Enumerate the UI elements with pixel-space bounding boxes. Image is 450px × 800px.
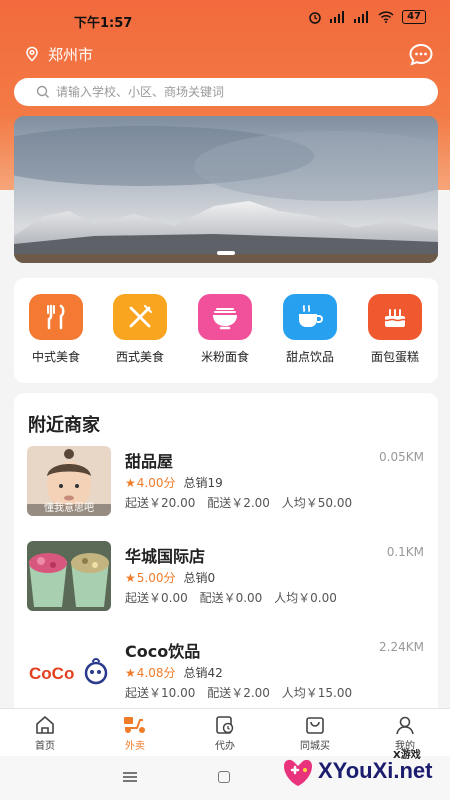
category-western-food[interactable]: 西式美食 [100,294,180,365]
section-title: 附近商家 [28,415,100,436]
home-icon [36,716,54,734]
shop-name: 华城国际店 [125,547,206,566]
category-label: 面包蛋糕 [370,350,419,364]
tab-label: 代办 [215,741,235,752]
category-bread-cake[interactable]: 面包蛋糕 [355,294,435,365]
shop-delivery-fee: 配送￥2.00 [207,686,270,700]
shop-sales: 总销19 [183,476,223,490]
category-noodles[interactable]: 米粉面食 [185,294,265,365]
shop-score: 4.08分 [136,666,176,680]
coffee-cup-icon [283,294,337,340]
coco-logo-text: CoCo [29,664,74,683]
category-label: 西式美食 [115,350,164,364]
shop-distance: 0.05KM [379,450,424,464]
shop-meta: 起送￥0.00 配送￥0.00 人均￥0.00 [125,589,345,606]
wifi-icon [378,11,394,23]
fork-knife-icon [113,294,167,340]
search-icon [36,85,49,98]
shop-card[interactable]: 懂我意思吧 甜品屋 0.05KM ★ 4.00分 总销19 起送￥20.00 配… [14,446,438,526]
message-icon[interactable] [408,42,434,68]
status-time: 下午1:57 [74,16,133,31]
chopsticks-icon [29,294,83,340]
shop-meta: 起送￥20.00 配送￥2.00 人均￥50.00 [125,494,360,511]
shopping-bag-icon [306,717,324,734]
shop-per-person: 人均￥15.00 [281,686,353,700]
menu-icon[interactable] [123,772,137,782]
cake-icon [368,294,422,340]
battery-icon: 47 [402,10,426,24]
status-icons: 47 [308,10,426,24]
category-desserts-drinks[interactable]: 甜点饮品 [270,294,350,365]
star-icon: ★ [125,665,136,680]
signal-icon [330,11,346,23]
watermark: X游戏 XYouXi.net [278,744,450,800]
promo-banner[interactable] [14,116,438,263]
noodle-bowl-icon [198,294,252,340]
shop-sales: 总销0 [183,571,216,585]
city-label: 郑州市 [48,45,94,64]
tab-errands[interactable]: 代办 [180,709,270,756]
star-icon: ★ [125,570,136,585]
shop-rating: ★ 5.00分 总销0 [125,569,215,586]
shop-card[interactable]: 华城国际店 0.1KM ★ 5.00分 总销0 起送￥0.00 配送￥0.00 … [14,541,438,621]
shop-image: 懂我意思吧 [27,446,111,516]
clipboard-clock-icon [216,716,234,734]
shop-score: 4.00分 [136,476,176,490]
shop-rating: ★ 4.08分 总销42 [125,664,223,681]
shop-delivery-fee: 配送￥2.00 [207,496,270,510]
shop-name: 甜品屋 [125,452,174,471]
shop-delivery-fee: 配送￥0.00 [199,591,263,605]
tab-home[interactable]: 首页 [0,709,90,756]
category-label: 米粉面食 [200,350,249,364]
shop-distance: 2.24KM [379,640,424,654]
alarm-icon [309,12,321,24]
scooter-icon [124,717,145,733]
banner-image [14,116,438,263]
star-icon: ★ [125,475,136,490]
shop-name: Coco饮品 [125,642,201,661]
search-bar[interactable] [14,78,438,106]
status-bar: 下午1:57 47 [0,0,450,40]
shop-logo: CoCo [27,636,111,706]
location-pin-icon [26,46,38,62]
shop-per-person: 人均￥50.00 [281,496,353,510]
watermark-text: XYouXi.net [318,758,433,783]
shop-distance: 0.1KM [386,545,424,559]
shop-image [27,541,111,611]
search-input[interactable] [56,85,416,99]
category-chinese-food[interactable]: 中式美食 [16,294,96,365]
tab-label: 外卖 [125,741,145,752]
tab-takeout[interactable]: 外卖 [90,709,180,756]
gamepad-logo-icon [284,759,312,786]
shop-meta: 起送￥10.00 配送￥2.00 人均￥15.00 [125,684,360,701]
shop-sales: 总销42 [183,666,223,680]
shop-min-order: 起送￥20.00 [125,496,196,510]
shop-min-order: 起送￥10.00 [125,686,196,700]
image-caption: 懂我意思吧 [44,503,94,514]
banner-indicator [217,251,235,255]
shop-score: 5.00分 [136,571,176,585]
nearby-shops-section: 附近商家 懂我意思吧 甜品屋 0.05KM ★ 4.00分 总销19 起送￥20… [14,393,438,708]
category-label: 甜点饮品 [285,350,334,364]
category-label: 中式美食 [31,350,80,364]
location-row[interactable]: 郑州市 [24,42,434,66]
category-grid: 中式美食 西式美食 米粉面食 甜点饮品 面包蛋糕 [14,278,438,383]
tab-label: 首页 [35,741,55,752]
shop-min-order: 起送￥0.00 [125,591,188,605]
shop-rating: ★ 4.00分 总销19 [125,474,223,491]
home-square-icon[interactable] [218,771,230,783]
signal-icon-2 [354,11,370,23]
user-icon [396,716,414,735]
shop-per-person: 人均￥0.00 [274,591,337,605]
shop-card[interactable]: CoCo Coco饮品 2.24KM ★ 4.08分 总销42 起送￥10.00… [14,636,438,708]
